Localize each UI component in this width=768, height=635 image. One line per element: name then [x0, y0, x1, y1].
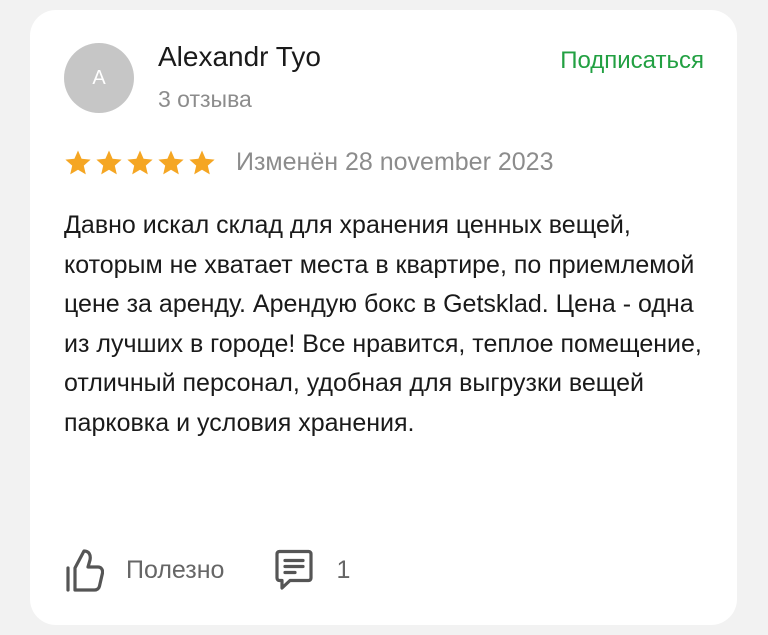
star-icon	[126, 149, 154, 176]
star-icon	[157, 149, 185, 176]
thumbs-up-icon	[64, 548, 104, 592]
author-name[interactable]: Alexandr Tyo	[158, 41, 321, 73]
helpful-label: Полезно	[126, 555, 225, 584]
subscribe-button[interactable]: Подписаться	[560, 47, 704, 75]
author-reviews-count: 3 отзыва	[158, 86, 252, 112]
comments-button[interactable]: 1	[274, 549, 350, 591]
review-text: Давно искал склад для хранения ценных ве…	[64, 211, 702, 437]
star-icon	[95, 149, 123, 176]
avatar-initial: A	[92, 67, 106, 89]
star-rating	[64, 149, 216, 176]
rating-row: Изменён 28 november 2023	[64, 146, 553, 178]
avatar[interactable]: A	[64, 43, 134, 113]
helpful-button[interactable]: Полезно	[64, 548, 224, 592]
comment-icon	[274, 549, 314, 591]
comments-count: 1	[336, 555, 351, 584]
review-actions: Полезно 1	[64, 548, 350, 592]
review-card: A Alexandr Tyo 3 отзыва Подписаться Изме…	[30, 10, 737, 625]
star-icon	[64, 149, 92, 176]
edited-date: Изменён 28 november 2023	[236, 147, 554, 176]
star-icon	[188, 149, 216, 176]
